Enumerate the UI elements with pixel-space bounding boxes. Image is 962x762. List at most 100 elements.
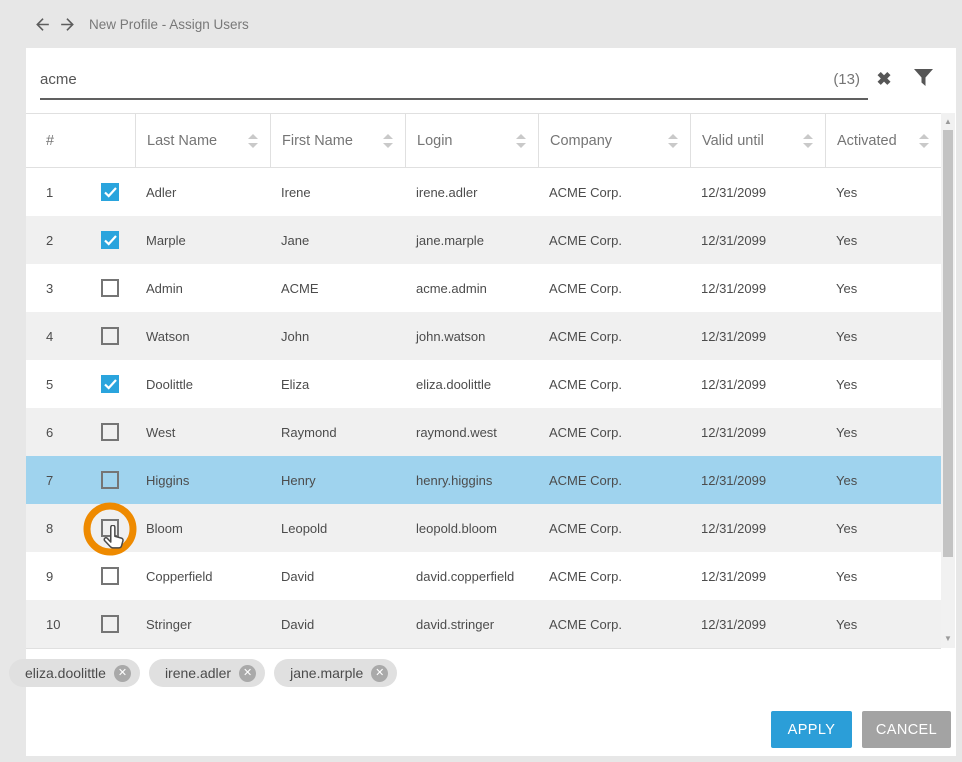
cell-company: ACME Corp. bbox=[538, 504, 690, 552]
row-number: 7 bbox=[46, 473, 53, 488]
sort-icon[interactable] bbox=[668, 134, 678, 148]
column-header-valid-until[interactable]: Valid until bbox=[690, 114, 825, 167]
row-number: 5 bbox=[46, 377, 53, 392]
table-row[interactable]: 10 StringerDaviddavid.stringerACME Corp.1… bbox=[26, 600, 941, 648]
sort-icon[interactable] bbox=[516, 134, 526, 148]
column-header-label: # bbox=[46, 133, 54, 149]
table-row[interactable]: 5DoolittleElizaeliza.doolittleACME Corp.… bbox=[26, 360, 941, 408]
row-checkbox[interactable] bbox=[101, 519, 119, 537]
table-scrollbar[interactable]: ▲ ▼ bbox=[941, 113, 955, 648]
column-header-label: Company bbox=[550, 133, 612, 149]
column-header-label: Last Name bbox=[147, 133, 217, 149]
cell-first-name: David bbox=[270, 600, 405, 648]
row-checkbox-checked[interactable] bbox=[101, 183, 119, 201]
dialog-panel: (13) ✖ #Last NameFirst NameLoginCompanyV… bbox=[26, 48, 956, 756]
cell-first-name: Raymond bbox=[270, 408, 405, 456]
column-header-company[interactable]: Company bbox=[538, 114, 690, 167]
cell-last-name: Admin bbox=[135, 264, 270, 312]
cell-first-name: ACME bbox=[270, 264, 405, 312]
filter-funnel-icon[interactable] bbox=[914, 69, 934, 87]
chip-label: irene.adler bbox=[165, 665, 231, 681]
table-row[interactable]: 3AdminACMEacme.adminACME Corp.12/31/2099… bbox=[26, 264, 941, 312]
row-number: 6 bbox=[46, 425, 53, 440]
row-checkbox-checked[interactable] bbox=[101, 375, 119, 393]
page-title: New Profile - Assign Users bbox=[89, 17, 249, 32]
row-number: 10 bbox=[46, 617, 60, 632]
table-row[interactable]: 4WatsonJohnjohn.watsonACME Corp.12/31/20… bbox=[26, 312, 941, 360]
table-row[interactable]: 9CopperfieldDaviddavid.copperfieldACME C… bbox=[26, 552, 941, 600]
chip-remove-icon[interactable]: ✕ bbox=[371, 665, 388, 682]
cell-valid-until: 12/31/2099 bbox=[690, 456, 825, 504]
table-row[interactable]: 6WestRaymondraymond.westACME Corp.12/31/… bbox=[26, 408, 941, 456]
row-checkbox[interactable] bbox=[101, 471, 119, 489]
cell-valid-until: 12/31/2099 bbox=[690, 408, 825, 456]
sort-icon[interactable] bbox=[248, 134, 258, 148]
selected-user-chip: irene.adler ✕ bbox=[149, 659, 265, 687]
row-checkbox[interactable] bbox=[101, 327, 119, 345]
back-arrow-icon[interactable] bbox=[33, 15, 52, 34]
cell-last-name: Stringer bbox=[135, 600, 270, 648]
cancel-button[interactable]: CANCEL bbox=[862, 711, 951, 748]
scrollbar-thumb[interactable] bbox=[943, 130, 953, 557]
row-checkbox[interactable] bbox=[101, 567, 119, 585]
cell-login: john.watson bbox=[405, 312, 538, 360]
cell-last-name: Copperfield bbox=[135, 552, 270, 600]
cell-last-name: West bbox=[135, 408, 270, 456]
sort-icon[interactable] bbox=[383, 134, 393, 148]
row-checkbox[interactable] bbox=[101, 279, 119, 297]
cell-valid-until: 12/31/2099 bbox=[690, 264, 825, 312]
row-index-cell: 10 bbox=[26, 600, 135, 648]
row-number: 9 bbox=[46, 569, 53, 584]
cell-activated: Yes bbox=[825, 264, 941, 312]
row-number: 3 bbox=[46, 281, 53, 296]
cell-company: ACME Corp. bbox=[538, 360, 690, 408]
sort-icon[interactable] bbox=[803, 134, 813, 148]
cell-login: leopold.bloom bbox=[405, 504, 538, 552]
chip-remove-icon[interactable]: ✕ bbox=[114, 665, 131, 682]
cell-last-name: Higgins bbox=[135, 456, 270, 504]
chip-label: eliza.doolittle bbox=[25, 665, 106, 681]
cell-valid-until: 12/31/2099 bbox=[690, 600, 825, 648]
column-header-index: # bbox=[26, 114, 135, 167]
selected-user-chip: jane.marple✕ bbox=[274, 659, 397, 687]
row-index-cell: 8 bbox=[26, 504, 135, 552]
row-checkbox[interactable] bbox=[101, 423, 119, 441]
column-header-login[interactable]: Login bbox=[405, 114, 538, 167]
cell-valid-until: 12/31/2099 bbox=[690, 504, 825, 552]
cell-login: acme.admin bbox=[405, 264, 538, 312]
column-header-activated[interactable]: Activated bbox=[825, 114, 941, 167]
forward-arrow-icon[interactable] bbox=[58, 15, 77, 34]
cell-activated: Yes bbox=[825, 600, 941, 648]
cell-company: ACME Corp. bbox=[538, 552, 690, 600]
row-index-cell: 7 bbox=[26, 456, 135, 504]
row-checkbox[interactable] bbox=[101, 615, 119, 633]
cell-login: eliza.doolittle bbox=[405, 360, 538, 408]
assign-users-dialog: New Profile - Assign Users (13) ✖ #Last … bbox=[0, 0, 962, 762]
row-number: 4 bbox=[46, 329, 53, 344]
chip-remove-icon[interactable]: ✕ bbox=[239, 665, 256, 682]
scroll-up-icon[interactable]: ▲ bbox=[941, 115, 955, 129]
sort-icon[interactable] bbox=[919, 134, 929, 148]
users-table: # Last Name First NameLogin Company Valid un… bbox=[26, 113, 941, 649]
cell-company: ACME Corp. bbox=[538, 408, 690, 456]
table-row[interactable]: 1AdlerIreneirene.adlerACME Corp.12/31/20… bbox=[26, 168, 941, 216]
cell-login: david.stringer bbox=[405, 600, 538, 648]
apply-button[interactable]: APPLY bbox=[771, 711, 852, 748]
table-row[interactable]: 2MarpleJanejane.marpleACME Corp.12/31/20… bbox=[26, 216, 941, 264]
cell-company: ACME Corp. bbox=[538, 600, 690, 648]
cell-first-name: Leopold bbox=[270, 504, 405, 552]
cell-activated: Yes bbox=[825, 504, 941, 552]
cell-activated: Yes bbox=[825, 552, 941, 600]
column-header-last-name[interactable]: Last Name bbox=[135, 114, 270, 167]
row-index-cell: 2 bbox=[26, 216, 135, 264]
clear-filter-icon[interactable]: ✖ bbox=[873, 68, 895, 90]
row-checkbox-checked[interactable] bbox=[101, 231, 119, 249]
search-input[interactable] bbox=[40, 71, 833, 88]
table-row[interactable]: 8BloomLeopoldleopold.bloomACME Corp.12/3… bbox=[26, 504, 941, 552]
table-row[interactable]: 7HigginsHenryhenry.higginsACME Corp.12/3… bbox=[26, 456, 941, 504]
column-header-label: Activated bbox=[837, 133, 897, 149]
scroll-down-icon[interactable]: ▼ bbox=[941, 632, 955, 646]
selected-user-chip: eliza.doolittle ✕ bbox=[9, 659, 140, 687]
cell-company: ACME Corp. bbox=[538, 312, 690, 360]
column-header-first-name[interactable]: First Name bbox=[270, 114, 405, 167]
